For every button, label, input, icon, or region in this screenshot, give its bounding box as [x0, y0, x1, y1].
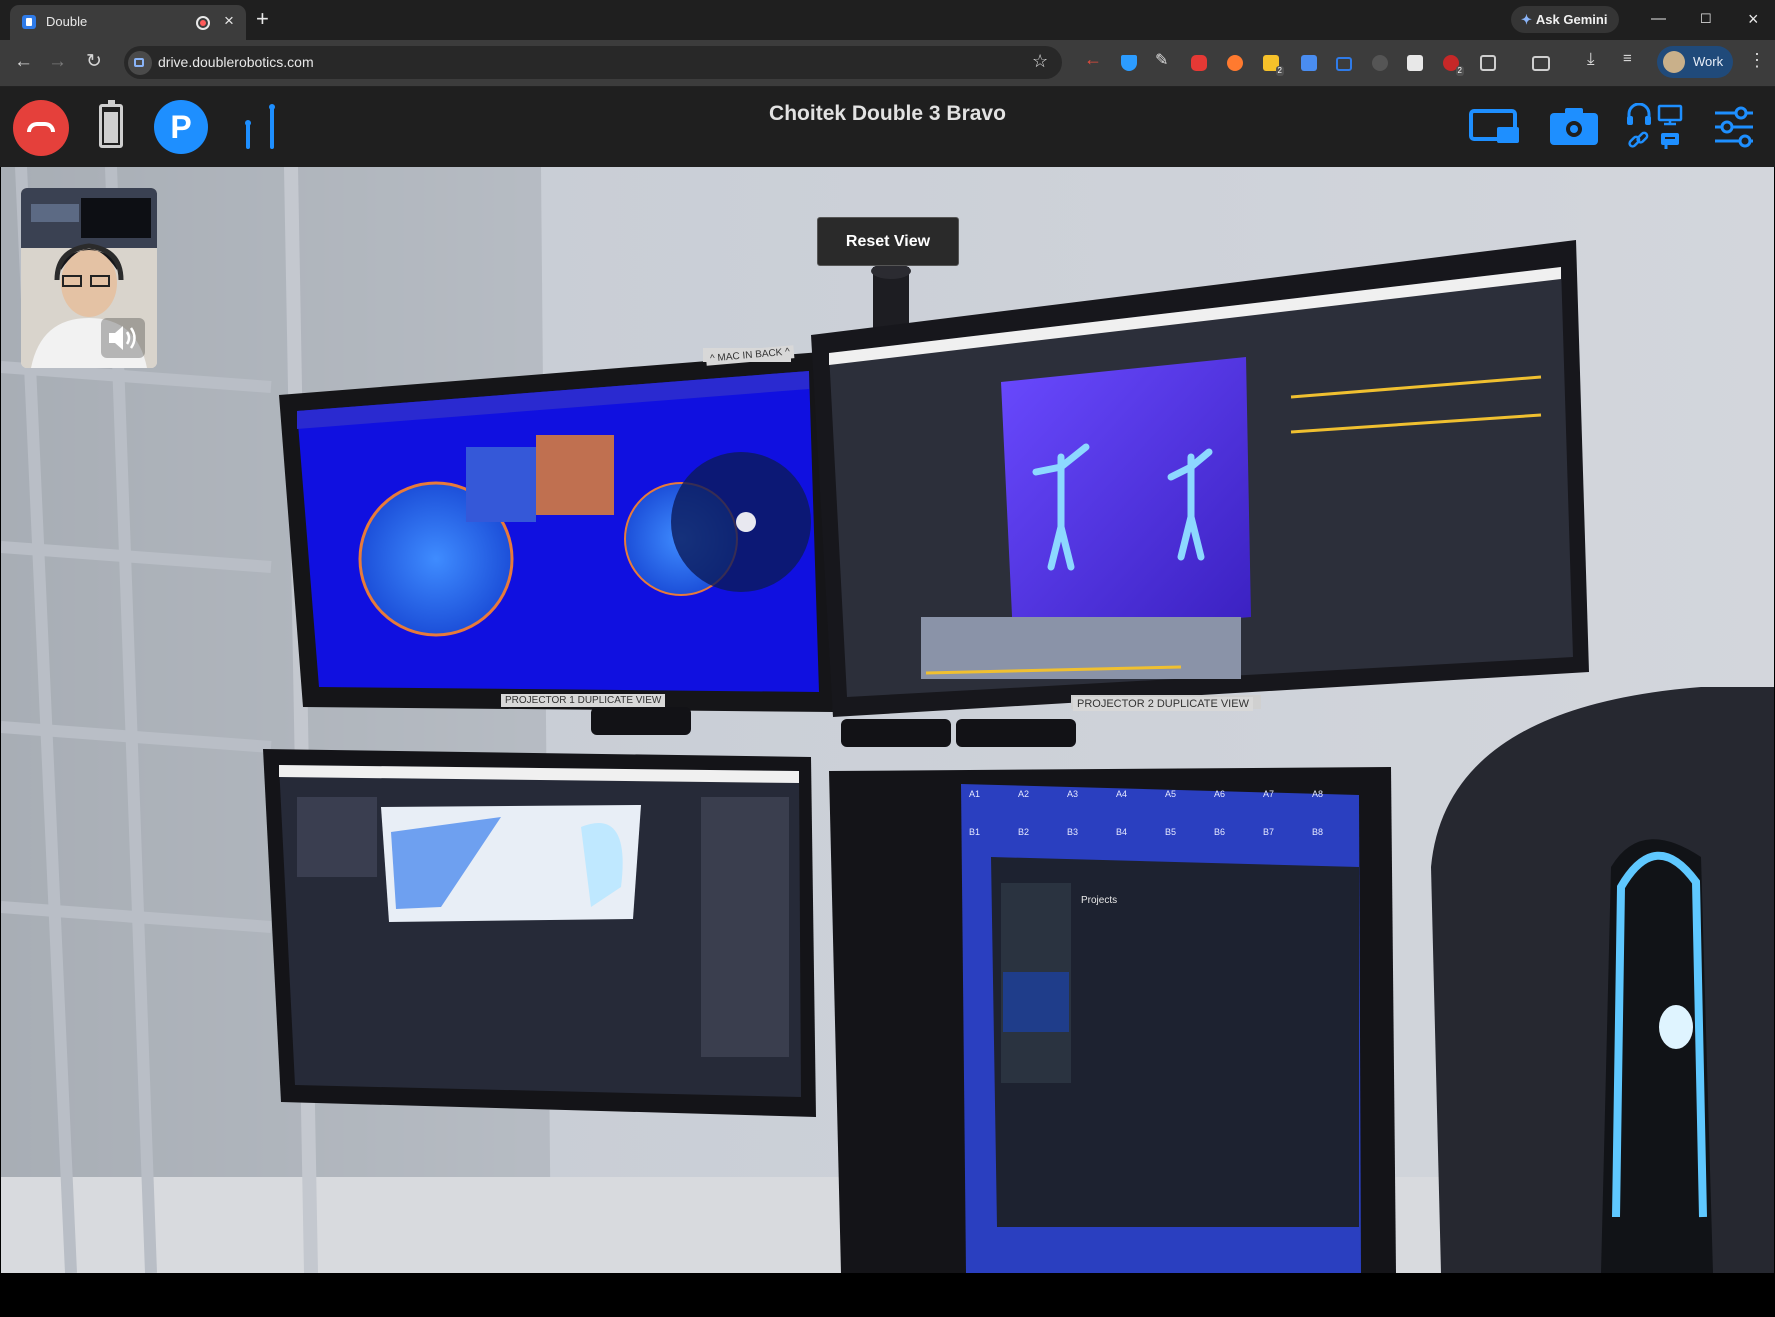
speaker-volume-icon[interactable]	[101, 318, 145, 358]
browser-tab-strip: Double × + ✦ Ask Gemini — ☐ ×	[0, 0, 1775, 40]
robot-video-feed[interactable]: ^ MAC IN BACK ^ PROJECTOR 1 DUPLICATE VI…	[1, 167, 1774, 1273]
double-app-header: P Choitek Double 3 Bravo	[0, 87, 1775, 167]
video-bottom-bar	[0, 1273, 1775, 1317]
monitor-bottom-right	[829, 767, 1396, 1273]
profile-button[interactable]: Work	[1657, 46, 1733, 78]
grid-cell-label: B3	[1067, 827, 1079, 837]
double-favicon-icon	[22, 15, 36, 29]
monitor-top-left	[279, 352, 833, 712]
grid-cell-label: B4	[1116, 827, 1128, 837]
extension-blue-doc-icon[interactable]	[1301, 55, 1317, 71]
grid-cell-label: B7	[1263, 827, 1275, 837]
address-bar[interactable]: drive.doublerobotics.com ☆	[124, 46, 1062, 79]
grid-cell-label: B8	[1312, 827, 1324, 837]
gemini-sparkle-icon: ✦	[1521, 12, 1532, 27]
extension-dark-circle-icon[interactable]	[1372, 55, 1388, 71]
projector-1-label: PROJECTOR 1 DUPLICATE VIEW	[501, 694, 666, 707]
tab-title: Double	[46, 14, 88, 29]
close-window-icon[interactable]: ×	[1748, 6, 1759, 32]
extension-orange-icon[interactable]	[1227, 55, 1243, 71]
chat-icon[interactable]	[1659, 131, 1681, 151]
camera-icon[interactable]	[1548, 107, 1600, 147]
monitor-bottom-left	[263, 749, 816, 1117]
browser-menu-icon[interactable]: ⋮	[1748, 50, 1766, 71]
grid-cell-label: A7	[1263, 789, 1275, 799]
media-queue-icon[interactable]: ≡	[1623, 50, 1639, 67]
profile-avatar	[1663, 51, 1685, 73]
projector-2-label: PROJECTOR 2 DUPLICATE VIEW	[1073, 697, 1253, 711]
extension-gem-icon[interactable]	[1121, 55, 1137, 71]
extensions-puzzle-icon[interactable]	[1480, 55, 1496, 71]
downloads-icon[interactable]: ⤓	[1587, 49, 1603, 68]
link-icon[interactable]	[1627, 130, 1651, 152]
reset-view-button[interactable]: Reset View	[817, 217, 959, 266]
unity-projects-title: Projects	[1081, 895, 1118, 906]
forward-button[interactable]: →	[48, 48, 67, 76]
bookmark-star-icon[interactable]: ☆	[1032, 51, 1048, 72]
grid-cell-label: B2	[1018, 827, 1030, 837]
reload-button[interactable]: ↻	[86, 48, 102, 76]
back-button[interactable]: ←	[14, 48, 33, 76]
new-tab-button[interactable]: +	[256, 6, 269, 32]
sliders-icon[interactable]	[1713, 106, 1755, 148]
extension-magnifier-icon[interactable]	[1407, 55, 1423, 71]
grid-cell-label: B1	[969, 827, 981, 837]
extension-pen-icon[interactable]: ✎	[1155, 50, 1171, 69]
extension-link-icon[interactable]	[1336, 57, 1352, 71]
extension-red-circle-icon[interactable]: 2	[1443, 55, 1464, 76]
grid-cell-label: A2	[1018, 789, 1030, 799]
browser-tab[interactable]: Double ×	[10, 5, 246, 40]
screen-share-icon[interactable]	[1469, 109, 1521, 147]
scene-drawing	[1, 167, 1774, 1273]
grid-cell-label: A1	[969, 789, 981, 799]
self-view-video[interactable]	[21, 188, 157, 368]
monitor-icon[interactable]	[1657, 104, 1683, 126]
grid-cell-label: B5	[1165, 827, 1177, 837]
ask-gemini-button[interactable]: ✦ Ask Gemini	[1511, 6, 1620, 33]
cast-tab-search-icon[interactable]	[1532, 56, 1550, 71]
grid-cell-label: A6	[1214, 789, 1226, 799]
grid-cell-label: A8	[1312, 789, 1324, 799]
url-text: drive.doublerobotics.com	[158, 54, 314, 70]
grid-cell-label: A3	[1067, 789, 1079, 799]
grid-cell-label: A4	[1116, 789, 1128, 799]
grid-cell-label: B6	[1214, 827, 1226, 837]
maximize-window-icon[interactable]: ☐	[1700, 6, 1712, 32]
headset-icon[interactable]	[1625, 103, 1653, 127]
site-info-icon[interactable]	[128, 51, 152, 75]
grid-cell-label: A5	[1165, 789, 1177, 799]
close-tab-icon[interactable]: ×	[224, 11, 234, 31]
recording-indicator-icon	[196, 16, 210, 30]
browser-toolbar: ← → ↻ drive.doublerobotics.com ☆ ← ✎ 2 2…	[0, 40, 1775, 87]
extension-arrow-icon[interactable]: ←	[1084, 49, 1102, 69]
extension-yellow-icon[interactable]: 2	[1263, 55, 1284, 76]
extension-red-icon[interactable]	[1191, 55, 1207, 71]
minimize-window-icon[interactable]: —	[1651, 6, 1666, 32]
